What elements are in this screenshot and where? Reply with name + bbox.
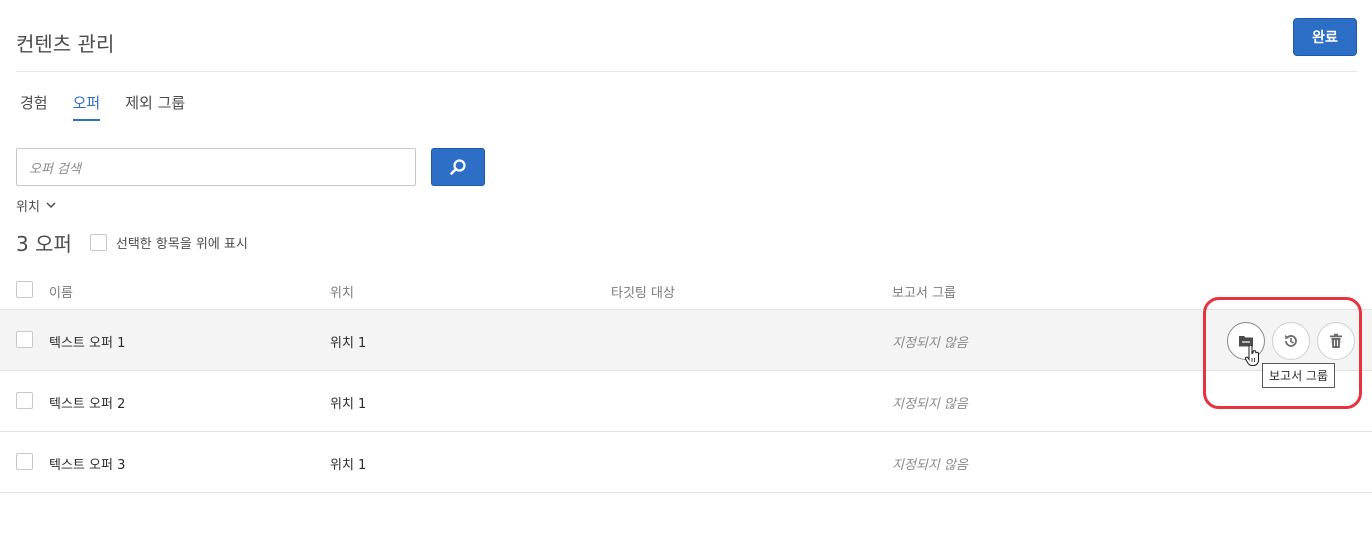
row-checkbox[interactable] — [16, 453, 33, 470]
tab-offers[interactable]: 오퍼 — [72, 92, 101, 121]
offer-report-group: 지정되지 않음 — [892, 397, 968, 412]
chevron-down-icon — [46, 202, 56, 209]
page-header: 컨텐츠 관리 완료 — [16, 0, 1357, 72]
offer-name[interactable]: 텍스트 오퍼 3 — [49, 454, 125, 473]
search-input[interactable]: 오퍼 검색 — [16, 148, 416, 186]
column-header-targeting[interactable]: 타깃팅 대상 — [611, 282, 675, 301]
results-summary: 3 오퍼 선택한 항목을 위에 표시 — [16, 228, 248, 257]
tab-experiences[interactable]: 경험 — [20, 92, 48, 121]
done-button[interactable]: 완료 — [1293, 18, 1357, 56]
table-header: 이름 위치 타깃팅 대상 보고서 그룹 — [0, 270, 1372, 310]
location-filter[interactable]: 위치 — [16, 196, 56, 215]
show-selected-label: 선택한 항목을 위에 표시 — [115, 237, 248, 252]
search-icon — [450, 159, 466, 175]
tab-exclusion-groups[interactable]: 제외 그룹 — [125, 92, 185, 121]
page-title: 컨텐츠 관리 — [16, 32, 115, 56]
offer-name[interactable]: 텍스트 오퍼 2 — [49, 393, 125, 412]
tab-bar: 경험 오퍼 제외 그룹 — [20, 92, 210, 121]
offer-count: 3 오퍼 — [16, 232, 72, 256]
select-all-checkbox[interactable] — [16, 281, 33, 298]
offer-report-group: 지정되지 않음 — [892, 458, 968, 473]
annotation-highlight — [1203, 297, 1362, 409]
offer-location: 위치 1 — [330, 397, 367, 412]
offer-location: 위치 1 — [330, 458, 367, 473]
offers-table: 이름 위치 타깃팅 대상 보고서 그룹 텍스트 오퍼 1 위치 1 지정되지 않… — [0, 270, 1372, 493]
row-checkbox[interactable] — [16, 392, 33, 409]
table-row[interactable]: 텍스트 오퍼 3 위치 1 지정되지 않음 — [0, 432, 1372, 493]
row-checkbox[interactable] — [16, 331, 33, 348]
offer-name[interactable]: 텍스트 오퍼 1 — [49, 332, 125, 351]
column-header-report-group[interactable]: 보고서 그룹 — [892, 282, 956, 301]
offer-location: 위치 1 — [330, 336, 367, 351]
location-filter-label: 위치 — [16, 200, 40, 215]
table-row[interactable]: 텍스트 오퍼 2 위치 1 지정되지 않음 — [0, 371, 1372, 432]
show-selected-checkbox[interactable] — [89, 234, 107, 251]
show-selected-toggle[interactable]: 선택한 항목을 위에 표시 — [89, 233, 248, 252]
column-header-location[interactable]: 위치 — [330, 282, 354, 301]
search-button[interactable] — [431, 148, 485, 186]
offer-report-group: 지정되지 않음 — [892, 336, 968, 351]
column-header-name[interactable]: 이름 — [49, 282, 73, 301]
table-row[interactable]: 텍스트 오퍼 1 위치 1 지정되지 않음 — [0, 310, 1372, 371]
